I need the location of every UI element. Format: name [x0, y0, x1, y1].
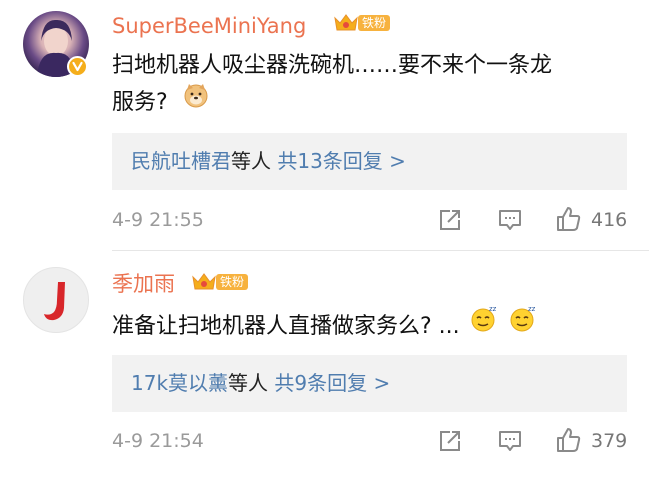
like-count: 416	[591, 209, 628, 231]
comment-item: 季加雨 铁粉 准备让扫地机器人直播做家务么? ... zz zz 17k莫以薰等…	[0, 251, 649, 484]
username[interactable]: SuperBeeMiniYang	[112, 13, 306, 39]
comment-text-line: 准备让扫地机器人直播做家务么? ...	[112, 314, 460, 339]
reply-connector: 等人	[228, 371, 269, 395]
reply-connector: 等人	[231, 149, 271, 173]
reply-count-link[interactable]: 共9条回复 >	[274, 371, 390, 395]
reply-summary[interactable]: 17k莫以薰等人 共9条回复 >	[112, 355, 627, 412]
share-icon[interactable]	[437, 207, 463, 233]
svg-text:zz: zz	[528, 305, 536, 313]
sleepy-emoji-icon: zz	[469, 303, 499, 345]
like-count: 379	[591, 430, 628, 452]
sleepy-emoji-icon: zz	[508, 303, 538, 345]
comment-text: 服务?	[112, 84, 209, 122]
reply-count-link[interactable]: 共13条回复 >	[277, 149, 406, 173]
reply-summary[interactable]: 民航吐槽君等人 共13条回复 >	[112, 133, 627, 190]
comment-icon[interactable]	[497, 207, 523, 233]
fan-badge: 铁粉	[190, 271, 252, 293]
doge-emoji-icon	[183, 82, 209, 120]
username[interactable]: 季加雨	[112, 271, 175, 297]
badge-label: 铁粉	[216, 274, 249, 290]
reply-summary-text: 17k莫以薰等人 共9条回复 >	[131, 369, 390, 397]
reply-summary-text: 民航吐槽君等人 共13条回复 >	[131, 147, 406, 175]
svg-text:zz: zz	[489, 305, 497, 313]
comment-text-line: 扫地机器人吸尘器洗碗机……要不来个一条龙	[112, 53, 553, 78]
crown-icon	[192, 273, 216, 290]
thumbs-up-icon[interactable]	[554, 205, 582, 233]
share-icon[interactable]	[437, 428, 463, 454]
comment-item: SuperBeeMiniYang 铁粉 扫地机器人吸尘器洗碗机……要不来个一条龙…	[0, 0, 649, 250]
badge-label: 铁粉	[358, 15, 391, 31]
fan-badge: 铁粉	[332, 12, 394, 34]
reply-user-names[interactable]: 民航吐槽君	[131, 149, 231, 173]
comment-icon[interactable]	[497, 428, 523, 454]
avatar[interactable]	[23, 267, 89, 333]
reply-user-names[interactable]: 17k莫以薰	[131, 371, 228, 395]
timestamp: 4-9 21:54	[112, 430, 204, 452]
avatar-photo	[44, 282, 65, 321]
crown-icon	[334, 14, 358, 31]
comment-text: 准备让扫地机器人直播做家务么? ... zz zz	[112, 303, 538, 348]
verified-icon	[67, 56, 88, 77]
timestamp: 4-9 21:55	[112, 209, 204, 231]
comment-text-line: 服务?	[112, 90, 168, 115]
comment-text: 扫地机器人吸尘器洗碗机……要不来个一条龙	[112, 48, 552, 84]
thumbs-up-icon[interactable]	[554, 426, 582, 454]
